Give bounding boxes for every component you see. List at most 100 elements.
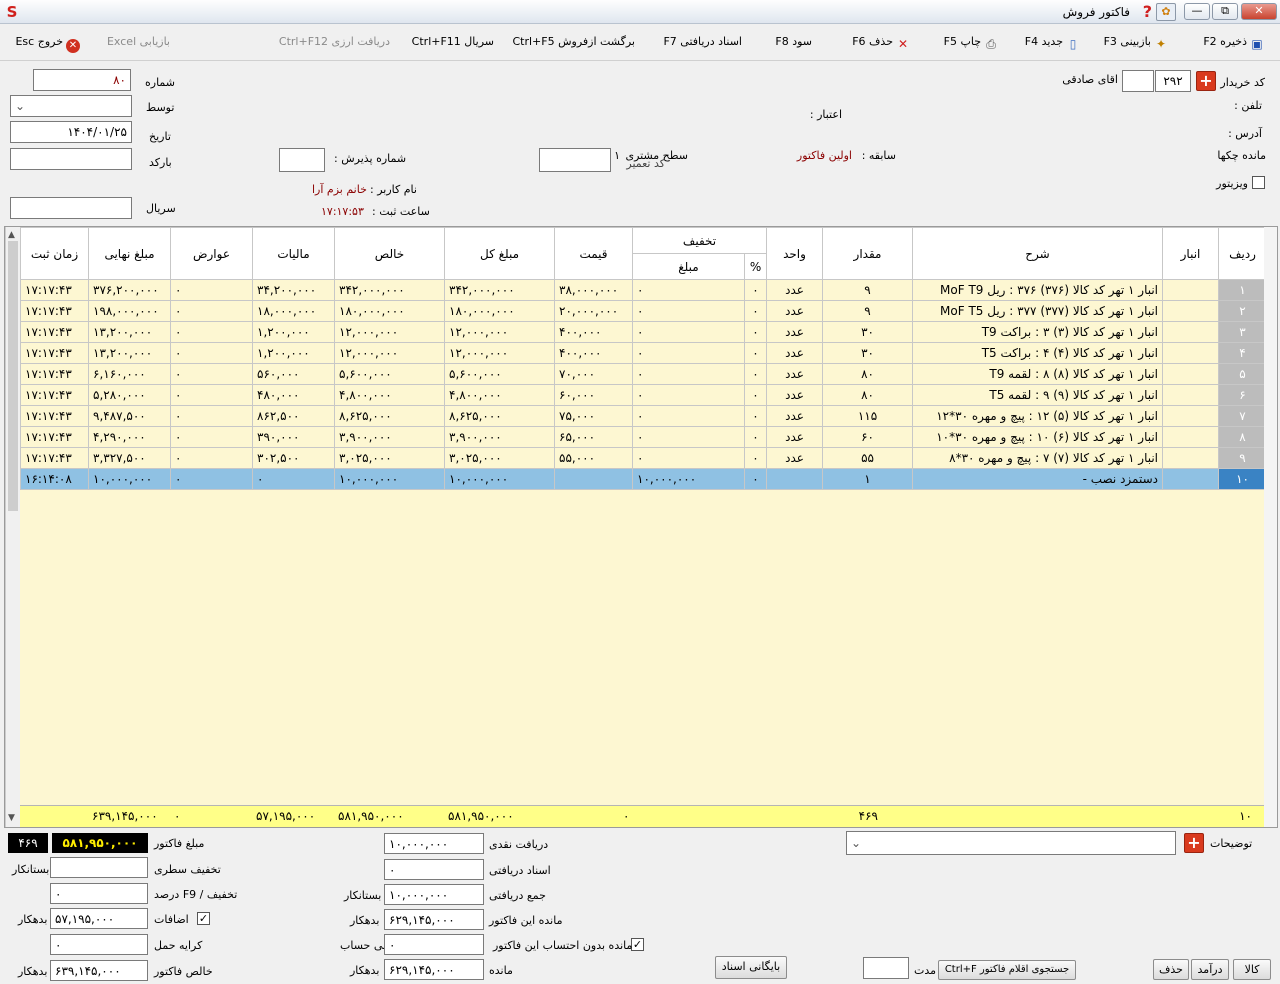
description-cell[interactable]: انبار ۱ تهر کد کالا (۵) ۱۲ : پیچ و مهره …: [912, 405, 1164, 427]
discount-percent-cell[interactable]: ۰: [744, 300, 768, 322]
tax-cell[interactable]: ۱,۲۰۰,۰۰۰: [252, 321, 335, 343]
delete-footer-button[interactable]: حذف: [1153, 959, 1189, 980]
col-header-tax[interactable]: مالیات: [252, 227, 335, 280]
price-cell[interactable]: ۶۵,۰۰۰: [554, 426, 633, 448]
quantity-cell[interactable]: ۳۰: [822, 321, 914, 343]
col-header-description[interactable]: شرح: [912, 227, 1164, 280]
settings-icon[interactable]: ✿: [1156, 3, 1176, 21]
total-cell[interactable]: ۴,۸۰۰,۰۰۰: [444, 384, 555, 406]
unit-cell[interactable]: عدد: [766, 426, 824, 448]
quantity-cell[interactable]: ۱: [822, 468, 914, 490]
net-invoice-input[interactable]: ۶۳۹,۱۴۵,۰۰۰: [50, 960, 148, 981]
store-cell[interactable]: [1162, 300, 1220, 322]
description-cell[interactable]: انبار ۱ تهر کد کالا (۳) ۳ : براکت T9: [912, 321, 1164, 343]
price-cell[interactable]: ۶۰,۰۰۰: [554, 384, 633, 406]
archive-docs-button[interactable]: بایگانی اسناد: [715, 956, 787, 979]
duties-cell[interactable]: ۰: [170, 321, 253, 343]
discount-percent-cell[interactable]: ۰: [744, 321, 768, 343]
currency-button[interactable]: دریافت ارزی Ctrl+F12: [279, 35, 390, 48]
return-sale-button[interactable]: برگشت ازفروش Ctrl+F5: [512, 35, 635, 48]
save-button[interactable]: ▣ذخیره F2: [1203, 35, 1264, 51]
unit-cell[interactable]: عدد: [766, 342, 824, 364]
row-number[interactable]: ۸: [1218, 426, 1268, 448]
discount-amount-cell[interactable]: ۰: [631, 363, 746, 385]
duties-cell[interactable]: ۰: [170, 405, 253, 427]
notes-select[interactable]: ⌄: [846, 831, 1176, 855]
income-button[interactable]: درآمد: [1191, 959, 1229, 980]
goods-button[interactable]: کالا: [1233, 959, 1271, 980]
tax-cell[interactable]: ۵۶۰,۰۰۰: [252, 363, 335, 385]
row-number[interactable]: ۷: [1218, 405, 1268, 427]
price-cell[interactable]: [554, 468, 633, 490]
visitor-checkbox[interactable]: [1252, 176, 1265, 189]
price-cell[interactable]: ۴۰۰,۰۰۰: [554, 321, 633, 343]
price-cell[interactable]: ۲۰,۰۰۰,۰۰۰: [554, 300, 633, 322]
col-header-unit[interactable]: واحد: [766, 227, 824, 280]
quantity-cell[interactable]: ۱۱۵: [822, 405, 914, 427]
total-cell[interactable]: ۳,۰۲۵,۰۰۰: [444, 447, 555, 469]
serial-button[interactable]: سریال Ctrl+F11: [412, 35, 494, 48]
invoice-items-grid[interactable]: ▲ ▼ ردیف انبار شرح مقدار واحد تخفیف قیمت…: [4, 226, 1278, 828]
search-items-button[interactable]: جستجوی اقلام فاکتور Ctrl+F: [938, 960, 1076, 980]
scroll-up-icon[interactable]: ▲: [8, 230, 15, 240]
quantity-cell[interactable]: ۸۰: [822, 384, 914, 406]
received-docs-input[interactable]: ۰: [384, 859, 484, 880]
description-cell[interactable]: انبار ۱ تهر کد کالا (۴) ۴ : براکت T5: [912, 342, 1164, 364]
net-cell[interactable]: ۳,۹۰۰,۰۰۰: [334, 426, 445, 448]
net-cell[interactable]: ۳,۰۲۵,۰۰۰: [334, 447, 445, 469]
col-header-discount-percent[interactable]: %: [744, 253, 768, 280]
final-cell[interactable]: ۹,۴۸۷,۵۰۰: [88, 405, 171, 427]
delete-toolbar-button[interactable]: ✕حذف F6: [852, 35, 910, 51]
col-header-discount[interactable]: تخفیف: [631, 227, 768, 254]
price-cell[interactable]: ۷۵,۰۰۰: [554, 405, 633, 427]
close-button[interactable]: ✕: [1241, 3, 1277, 20]
table-row[interactable]: ۵ انبار ۱ تهر کد کالا (۸) ۸ : لقمه T9 ۸۰ عد…: [20, 363, 1268, 385]
total-cell[interactable]: ۱۲,۰۰۰,۰۰۰: [444, 342, 555, 364]
quantity-cell[interactable]: ۹: [822, 279, 914, 301]
tax-cell[interactable]: ۱۸,۰۰۰,۰۰۰: [252, 300, 335, 322]
discount-amount-cell[interactable]: ۰: [631, 279, 746, 301]
final-cell[interactable]: ۵,۲۸۰,۰۰۰: [88, 384, 171, 406]
price-cell[interactable]: ۵۵,۰۰۰: [554, 447, 633, 469]
net-cell[interactable]: ۵,۶۰۰,۰۰۰: [334, 363, 445, 385]
table-row[interactable]: ۱۰ دستمزد نصب -۱ ۰ ۱۰,۰۰۰,۰۰۰ ۱۰,۰۰۰,۰۰۰ ۱۰,۰…: [20, 468, 1268, 490]
description-cell[interactable]: انبار ۱ تهر کد کالا (۶) ۱۰ : پیچ و مهره …: [912, 426, 1164, 448]
duties-cell[interactable]: ۰: [170, 426, 253, 448]
time-cell[interactable]: ۱۷:۱۷:۴۳: [20, 342, 89, 364]
store-cell[interactable]: [1162, 468, 1220, 490]
total-cell[interactable]: ۸,۶۲۵,۰۰۰: [444, 405, 555, 427]
time-cell[interactable]: ۱۷:۱۷:۴۳: [20, 426, 89, 448]
duties-cell[interactable]: ۰: [170, 300, 253, 322]
net-cell[interactable]: ۱۸۰,۰۰۰,۰۰۰: [334, 300, 445, 322]
description-cell[interactable]: دستمزد نصب -: [912, 468, 1164, 490]
time-cell[interactable]: ۱۷:۱۷:۴۳: [20, 384, 89, 406]
net-cell[interactable]: ۱۰,۰۰۰,۰۰۰: [334, 468, 445, 490]
discount-percent-cell[interactable]: ۰: [744, 447, 768, 469]
received-total-input[interactable]: ۱۰,۰۰۰,۰۰۰: [384, 884, 484, 905]
quantity-cell[interactable]: ۶۰: [822, 426, 914, 448]
print-button[interactable]: ⎙چاپ F5: [944, 35, 998, 51]
description-cell[interactable]: انبار ۱ تهر کد کالا (۹) ۹ : لقمه T5: [912, 384, 1164, 406]
row-number[interactable]: ۳: [1218, 321, 1268, 343]
discount-amount-cell[interactable]: ۱۰,۰۰۰,۰۰۰: [631, 468, 746, 490]
row-number[interactable]: ۵: [1218, 363, 1268, 385]
final-cell[interactable]: ۱۰,۰۰۰,۰۰۰: [88, 468, 171, 490]
time-cell[interactable]: ۱۷:۱۷:۴۳: [20, 447, 89, 469]
store-cell[interactable]: [1162, 363, 1220, 385]
discount-amount-cell[interactable]: ۰: [631, 405, 746, 427]
row-number[interactable]: ۴: [1218, 342, 1268, 364]
minimize-button[interactable]: —: [1184, 3, 1210, 20]
store-cell[interactable]: [1162, 384, 1220, 406]
net-cell[interactable]: ۱۲,۰۰۰,۰۰۰: [334, 342, 445, 364]
discount-percent-cell[interactable]: ۰: [744, 468, 768, 490]
table-row[interactable]: ۴ انبار ۱ تهر کد کالا (۴) ۴ : براکت T5 ۳۰ ع…: [20, 342, 1268, 364]
tax-cell[interactable]: ۳۹۰,۰۰۰: [252, 426, 335, 448]
this-invoice-balance-input[interactable]: ۶۲۹,۱۴۵,۰۰۰: [384, 909, 484, 930]
balance-without-invoice-input[interactable]: ۰: [384, 934, 484, 955]
time-cell[interactable]: ۱۷:۱۷:۴۳: [20, 279, 89, 301]
time-cell[interactable]: ۱۷:۱۷:۴۳: [20, 363, 89, 385]
discount-percent-input[interactable]: ۰: [50, 883, 148, 904]
discount-percent-cell[interactable]: ۰: [744, 363, 768, 385]
buyer-extra-input[interactable]: [1122, 70, 1154, 92]
discount-amount-cell[interactable]: ۰: [631, 342, 746, 364]
